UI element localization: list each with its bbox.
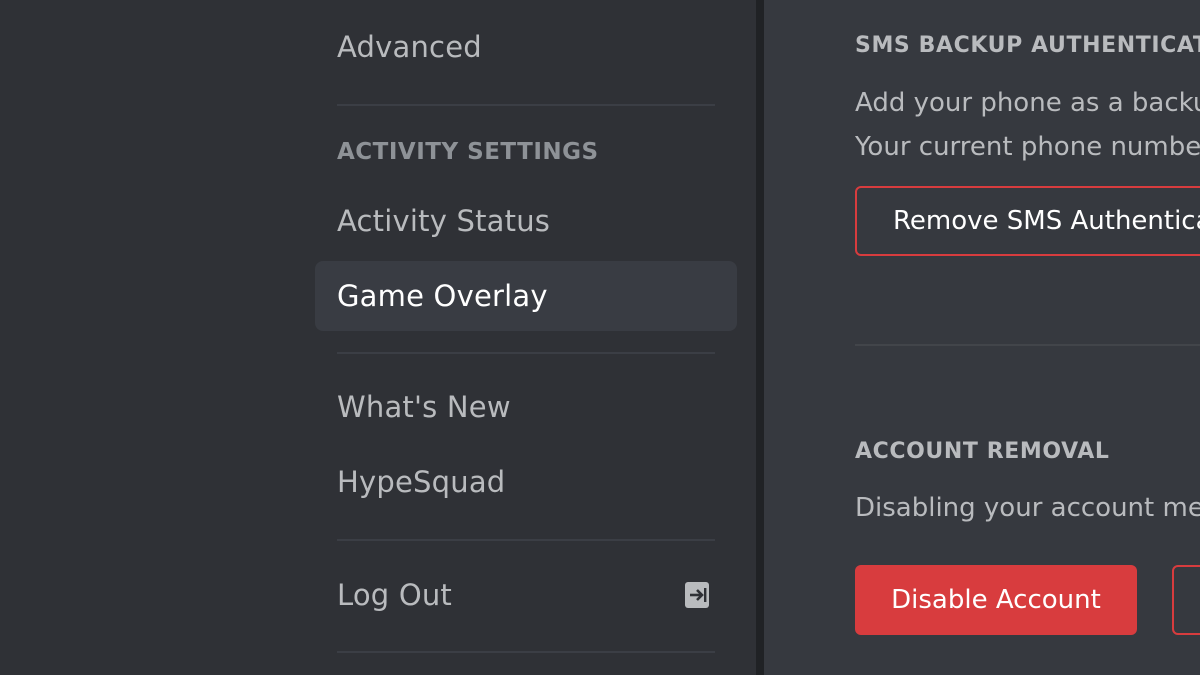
sidebar-item-label: Advanced [337,30,482,64]
sidebar-item-label: What's New [337,390,511,424]
content-separator [855,344,1200,346]
sidebar-section-header: ACTIVITY SETTINGS [337,139,599,165]
account-removal-header: ACCOUNT REMOVAL [855,439,1110,464]
delete-account-button[interactable] [1172,565,1200,635]
account-removal-description: Disabling your account mea [855,493,1200,523]
settings-sidebar: Advanced ACTIVITY SETTINGS Activity Stat… [0,0,756,675]
sidebar-item-whats-new[interactable]: What's New [315,372,737,442]
sidebar-separator [337,352,715,354]
sidebar-separator [337,651,715,653]
sms-description-line1: Add your phone as a backu [855,88,1200,118]
sms-backup-header: SMS BACKUP AUTHENTICAT [855,33,1200,58]
sidebar-separator [337,104,715,106]
sidebar-item-label: Activity Status [337,204,551,238]
sidebar-item-game-overlay[interactable]: Game Overlay [315,261,737,331]
settings-content: SMS BACKUP AUTHENTICAT Add your phone as… [764,0,1200,675]
sidebar-item-label: Game Overlay [337,279,548,313]
sidebar-separator [337,539,715,541]
disable-account-label: Disable Account [891,585,1101,615]
sidebar-item-activity-status[interactable]: Activity Status [315,186,737,256]
logout-arrow-icon [685,582,709,608]
sms-description-line2: Your current phone numbe [855,132,1200,162]
sidebar-item-hypesquad[interactable]: HypeSquad [315,447,737,517]
sidebar-item-log-out[interactable]: Log Out [315,560,737,630]
sidebar-item-label: HypeSquad [337,465,506,499]
sidebar-item-label: Log Out [337,578,452,612]
remove-sms-auth-button[interactable]: Remove SMS Authentica [855,186,1200,256]
sidebar-divider [756,0,764,675]
remove-sms-auth-label: Remove SMS Authentica [893,206,1200,236]
disable-account-button[interactable]: Disable Account [855,565,1137,635]
sidebar-item-advanced[interactable]: Advanced [315,12,737,82]
